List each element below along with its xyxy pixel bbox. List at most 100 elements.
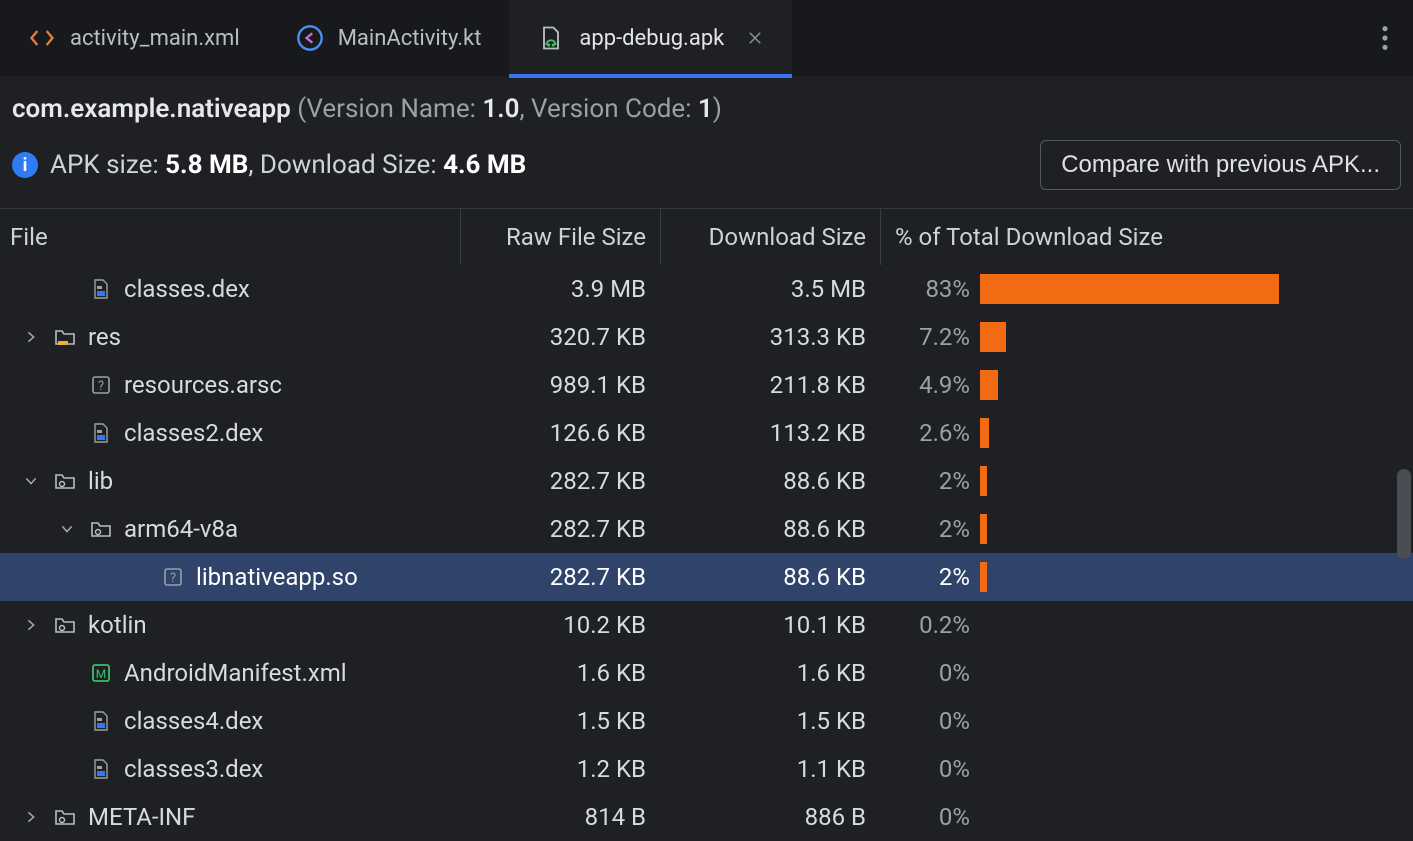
percent-bar-cell	[980, 265, 1413, 313]
download-size-cell: 1.5 KB	[660, 707, 880, 735]
file-name: libnativeapp.so	[196, 563, 358, 591]
apk-size-value: 5.8 MB	[165, 150, 248, 180]
table-header: File Raw File Size Download Size % of To…	[0, 209, 1413, 265]
percent-bar-cell	[980, 409, 1413, 457]
size-info-left: i APK size: 5.8 MB, Download Size: 4.6 M…	[12, 150, 526, 180]
dex-icon	[88, 276, 114, 302]
percent-cell: 0%	[880, 707, 980, 735]
table-row[interactable]: arm64-v8a282.7 KB88.6 KB2%	[0, 505, 1413, 553]
percent-bar	[980, 562, 987, 592]
chevron-right-icon[interactable]	[20, 329, 42, 345]
percent-bar	[980, 418, 989, 448]
file-cell: ? libnativeapp.so	[0, 553, 460, 601]
tab-activity-main-xml[interactable]: activity_main.xml	[0, 0, 268, 76]
file-name: resources.arsc	[124, 371, 282, 399]
download-size-value: 4.6 MB	[443, 150, 526, 180]
unknown-icon: ?	[160, 564, 186, 590]
percent-bar	[980, 322, 1006, 352]
percent-cell: 2%	[880, 563, 980, 591]
percent-cell: 4.9%	[880, 371, 980, 399]
file-cell: kotlin	[0, 601, 460, 649]
version-code-label: Version Code:	[531, 94, 691, 124]
percent-cell: 2%	[880, 515, 980, 543]
file-name: classes4.dex	[124, 707, 263, 735]
table-row[interactable]: META-INF814 B886 B0%	[0, 793, 1413, 841]
tabbar-spacer	[792, 0, 1357, 76]
file-name: META-INF	[88, 803, 195, 831]
tab-app-debug-apk[interactable]: app-debug.apk	[509, 0, 792, 76]
editor-tabbar: activity_main.xml MainActivity.kt app-de…	[0, 0, 1413, 76]
svg-text:?: ?	[98, 379, 104, 394]
column-download-size[interactable]: Download Size	[660, 209, 880, 265]
raw-size-cell: 3.9 MB	[460, 275, 660, 303]
table-row[interactable]: classes3.dex1.2 KB1.1 KB0%	[0, 745, 1413, 793]
percent-cell: 7.2%	[880, 323, 980, 351]
file-name: AndroidManifest.xml	[124, 659, 347, 687]
download-size-cell: 10.1 KB	[660, 611, 880, 639]
download-size-cell: 1.1 KB	[660, 755, 880, 783]
file-cell: res	[0, 313, 460, 361]
column-raw-size[interactable]: Raw File Size	[460, 209, 660, 265]
raw-size-cell: 320.7 KB	[460, 323, 660, 351]
unknown-icon: ?	[88, 372, 114, 398]
percent-bar-cell	[980, 313, 1413, 361]
chevron-down-icon[interactable]	[56, 521, 78, 537]
table-row[interactable]: res 320.7 KB313.3 KB7.2%	[0, 313, 1413, 361]
size-info-row: i APK size: 5.8 MB, Download Size: 4.6 M…	[0, 130, 1413, 208]
table-row[interactable]: lib282.7 KB88.6 KB2%	[0, 457, 1413, 505]
percent-cell: 0%	[880, 659, 980, 687]
file-cell: classes3.dex	[0, 745, 460, 793]
table-row[interactable]: ?libnativeapp.so282.7 KB88.6 KB2%	[0, 553, 1413, 601]
raw-size-cell: 814 B	[460, 803, 660, 831]
column-percent[interactable]: % of Total Download Size	[880, 209, 1413, 265]
table-row[interactable]: MAndroidManifest.xml1.6 KB1.6 KB0%	[0, 649, 1413, 697]
info-icon: i	[12, 152, 38, 178]
chevron-right-icon[interactable]	[20, 809, 42, 825]
table-row[interactable]: classes4.dex1.5 KB1.5 KB0%	[0, 697, 1413, 745]
percent-cell: 0.2%	[880, 611, 980, 639]
folder-res-icon	[52, 324, 78, 350]
table-row[interactable]: ? resources.arsc 989.1 KB211.8 KB4.9%	[0, 361, 1413, 409]
apk-size-label: APK size:	[50, 150, 159, 180]
tab-label: MainActivity.kt	[338, 26, 482, 51]
version-name-value: 1.0	[482, 94, 519, 124]
percent-cell: 0%	[880, 755, 980, 783]
file-cell: M AndroidManifest.xml	[0, 649, 460, 697]
download-size-label: Download Size:	[260, 150, 437, 180]
table-body: classes.dex 3.9 MB3.5 MB83% res 320.7 KB313…	[0, 265, 1413, 841]
tabbar-overflow-button[interactable]	[1357, 0, 1413, 76]
download-size-cell: 113.2 KB	[660, 419, 880, 447]
close-icon[interactable]	[746, 29, 764, 47]
download-size-cell: 3.5 MB	[660, 275, 880, 303]
table-row[interactable]: kotlin10.2 KB10.1 KB0.2%	[0, 601, 1413, 649]
file-name: classes.dex	[124, 275, 250, 303]
column-file[interactable]: File	[0, 223, 460, 251]
percent-bar-cell	[980, 745, 1413, 793]
file-name: res	[88, 323, 121, 351]
file-cell: classes2.dex	[0, 409, 460, 457]
percent-bar	[980, 466, 987, 496]
download-size-cell: 886 B	[660, 803, 880, 831]
percent-bar	[980, 514, 987, 544]
package-line: com.example.nativeapp (Version Name: 1.0…	[12, 94, 1401, 124]
file-cell: classes.dex	[0, 265, 460, 313]
download-size-cell: 313.3 KB	[660, 323, 880, 351]
table-row[interactable]: classes.dex 3.9 MB3.5 MB83%	[0, 265, 1413, 313]
raw-size-cell: 989.1 KB	[460, 371, 660, 399]
percent-bar-cell	[980, 505, 1413, 553]
table-row[interactable]: classes2.dex126.6 KB113.2 KB2.6%	[0, 409, 1413, 457]
scrollbar-thumb[interactable]	[1397, 469, 1411, 559]
compare-apk-button[interactable]: Compare with previous APK...	[1040, 140, 1401, 190]
chevron-down-icon[interactable]	[20, 473, 42, 489]
download-size-cell: 211.8 KB	[660, 371, 880, 399]
tab-label: app-debug.apk	[579, 26, 724, 51]
manifest-icon: M	[88, 660, 114, 686]
percent-bar-cell	[980, 457, 1413, 505]
raw-size-cell: 282.7 KB	[460, 515, 660, 543]
chevron-right-icon[interactable]	[20, 617, 42, 633]
percent-cell: 83%	[880, 275, 980, 303]
tab-label: activity_main.xml	[70, 26, 240, 51]
tab-mainactivity-kt[interactable]: MainActivity.kt	[268, 0, 510, 76]
kotlin-class-icon	[296, 24, 324, 52]
file-name: kotlin	[88, 611, 147, 639]
